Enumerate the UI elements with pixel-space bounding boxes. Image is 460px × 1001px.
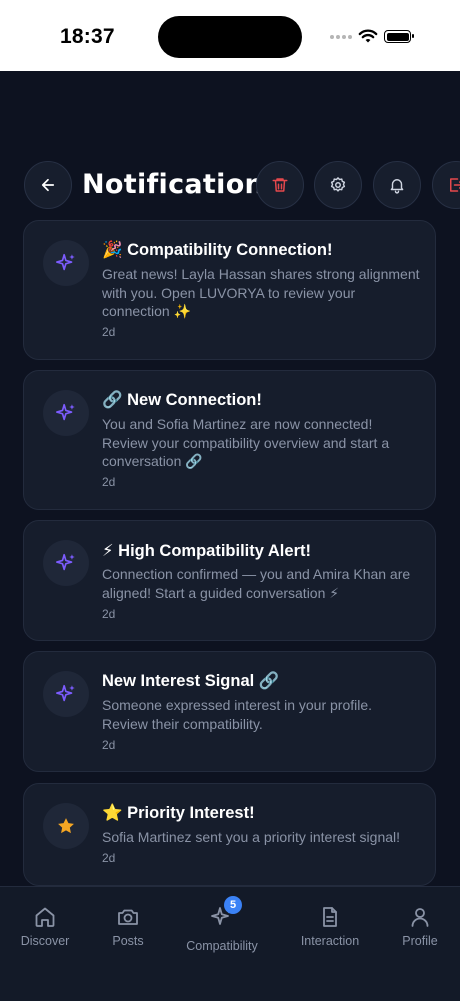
notification-title: ⚡ High Compatibility Alert!	[102, 542, 311, 560]
notification-time: 2d	[102, 851, 116, 865]
notification-title: 🎉 Compatibility Connection!	[102, 241, 333, 259]
notification-time: 2d	[102, 325, 116, 339]
sparkles-icon	[56, 253, 75, 271]
arrow-left-icon	[41, 178, 55, 192]
notification-time: 2d	[102, 475, 116, 489]
notification-body: Great news! Layla Hassan shares strong a…	[102, 266, 420, 319]
notification-settings-button[interactable]	[373, 161, 421, 209]
logout-icon	[450, 178, 460, 192]
tab-discover[interactable]: Discover	[0, 905, 90, 948]
notification-time: 2d	[102, 607, 116, 621]
page-title: Notifications	[82, 169, 281, 200]
notification-icon-container	[43, 240, 89, 286]
tab-label: Posts	[112, 934, 144, 948]
compatibility-icon-wrap: 5	[210, 896, 242, 934]
tab-label: Interaction	[300, 934, 360, 948]
delete-all-button[interactable]	[256, 161, 304, 209]
notification-card[interactable]: 🔗 New Connection! You and Sofia Martinez…	[23, 370, 436, 510]
signal-icon	[330, 34, 352, 39]
tab-profile[interactable]: Profile	[375, 905, 460, 948]
logout-button[interactable]	[432, 161, 460, 209]
notification-body: You and Sofia Martinez are now connected…	[102, 416, 390, 469]
camera-icon	[118, 909, 138, 925]
notification-icon-container	[43, 803, 89, 849]
notification-body: Connection confirmed — you and Amira Kha…	[102, 566, 411, 601]
notification-card[interactable]: New Interest Signal 🔗 Someone expressed …	[23, 651, 436, 772]
document-icon	[323, 907, 337, 927]
notification-card[interactable]: ⭐ Priority Interest! Sofia Martinez sent…	[23, 783, 436, 886]
status-time: 18:37	[60, 25, 115, 48]
user-icon	[411, 908, 429, 927]
wifi-icon	[358, 29, 378, 43]
sparkles-icon	[56, 403, 75, 421]
notification-count-badge: 5	[224, 896, 242, 914]
notification-icon-container	[43, 671, 89, 717]
dynamic-island	[158, 16, 302, 58]
notification-title: ⭐ Priority Interest!	[102, 804, 255, 822]
settings-button[interactable]	[314, 161, 362, 209]
gear-icon	[330, 177, 346, 192]
trash-icon	[272, 178, 288, 192]
back-button[interactable]	[24, 161, 72, 209]
tab-bar: Discover Posts 5 Compatibility Interacti…	[0, 886, 460, 1001]
tab-compatibility[interactable]: 5 Compatibility	[177, 896, 267, 953]
notification-time: 2d	[102, 738, 116, 752]
notification-body: Sofia Martinez sent you a priority inter…	[102, 829, 401, 845]
bell-icon	[390, 179, 404, 194]
notification-icon-container	[43, 390, 89, 436]
status-bar: 18:37	[0, 0, 460, 71]
tab-interaction[interactable]: Interaction	[285, 905, 375, 948]
status-icons	[330, 29, 414, 44]
home-icon	[35, 907, 55, 927]
notification-title: New Interest Signal 🔗	[102, 672, 280, 690]
tab-label: Profile	[402, 934, 438, 948]
sparkles-icon	[56, 684, 75, 702]
tab-label: Discover	[20, 934, 70, 948]
sparkles-icon	[56, 553, 75, 571]
notification-title: 🔗 New Connection!	[102, 391, 262, 409]
notification-body: Someone expressed interest in your profi…	[102, 697, 373, 732]
tab-label: Compatibility	[186, 939, 258, 953]
notification-card[interactable]: ⚡ High Compatibility Alert! Connection c…	[23, 520, 436, 641]
battery-icon	[384, 30, 414, 43]
notification-icon-container	[43, 540, 89, 586]
tab-posts[interactable]: Posts	[83, 905, 173, 948]
star-icon	[58, 818, 74, 834]
notification-card[interactable]: 🎉 Compatibility Connection! Great news! …	[23, 220, 436, 360]
header: Notifications	[0, 160, 460, 212]
